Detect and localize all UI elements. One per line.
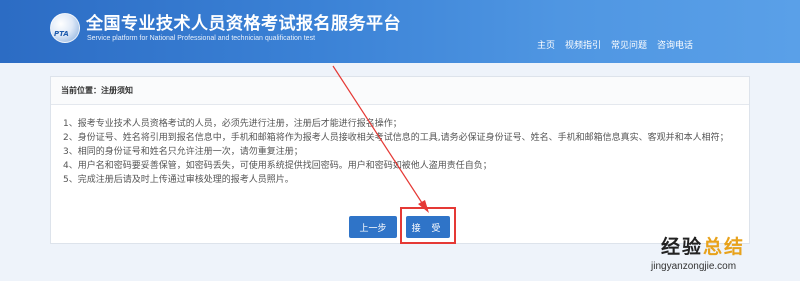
arrow-line	[332, 65, 425, 207]
arrow-head	[418, 200, 429, 213]
watermark: 经验总结 jingyanzongjie.com	[651, 232, 796, 278]
watermark-text-b: 总结	[703, 236, 746, 258]
watermark-text-a: 经验	[661, 236, 704, 258]
watermark-url: jingyanzongjie.com	[651, 261, 737, 272]
watermark-logo: 经验总结	[661, 232, 745, 259]
